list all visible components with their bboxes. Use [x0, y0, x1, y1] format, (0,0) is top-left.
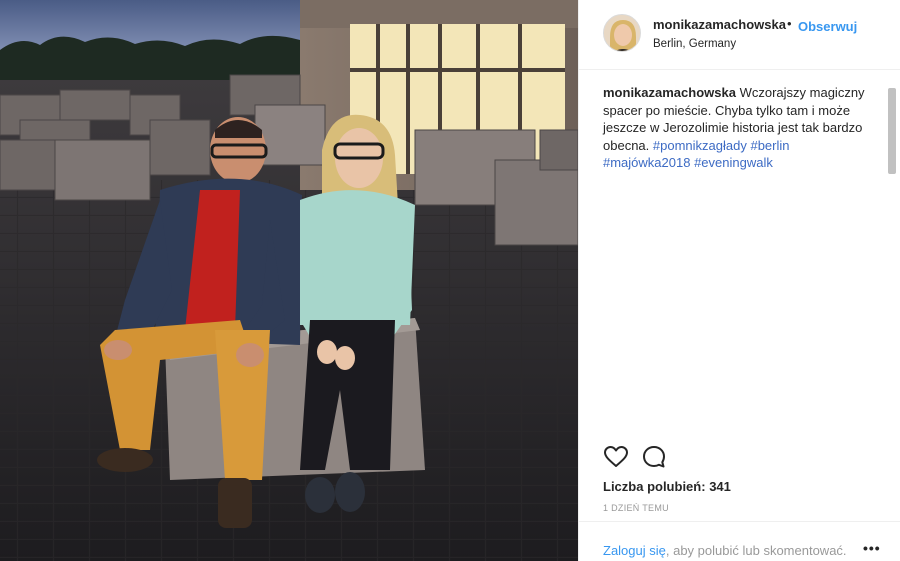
avatar[interactable]: [603, 14, 641, 52]
caption-username[interactable]: monikazamachowska: [603, 85, 736, 100]
hashtag-link[interactable]: #majówka2018: [603, 155, 690, 170]
post-header: monikazamachowska • Obserwuj Berlin, Ger…: [579, 0, 900, 70]
hashtag-link[interactable]: #pomnikzagłady: [653, 138, 747, 153]
post-timestamp[interactable]: 1 DZIEŃ TEMU: [603, 503, 669, 513]
post-actions: [603, 444, 683, 470]
post-caption: monikazamachowska Wczorajszy magiczny sp…: [603, 84, 879, 172]
heart-icon[interactable]: [603, 444, 629, 470]
avatar-image: [604, 15, 640, 51]
username-link[interactable]: monikazamachowska: [653, 17, 786, 32]
post-side-panel: monikazamachowska • Obserwuj Berlin, Ger…: [578, 0, 900, 561]
login-prompt-text: , aby polubić lub skomentować.: [665, 543, 847, 558]
likes-label: Liczba polubień:: [603, 479, 706, 494]
hashtag-link[interactable]: #berlin: [750, 138, 789, 153]
location-link[interactable]: Berlin, Germany: [653, 38, 736, 50]
post-photo[interactable]: [0, 0, 578, 561]
separator-dot: •: [787, 16, 792, 31]
follow-button[interactable]: Obserwuj: [798, 19, 857, 34]
likes-number: 341: [709, 479, 731, 494]
photo-image: [0, 0, 578, 561]
post-footer: Zaloguj się, aby polubić lub skomentować…: [579, 521, 900, 561]
hashtag-link[interactable]: #eveningwalk: [694, 155, 773, 170]
more-options-icon[interactable]: •••: [863, 540, 881, 556]
comment-icon[interactable]: [641, 444, 667, 470]
login-prompt: Zaloguj się, aby polubić lub skomentować…: [603, 543, 847, 558]
login-link[interactable]: Zaloguj się: [603, 543, 666, 558]
comments-scrollbar[interactable]: [888, 88, 896, 174]
likes-count[interactable]: Liczba polubień: 341: [603, 479, 731, 494]
